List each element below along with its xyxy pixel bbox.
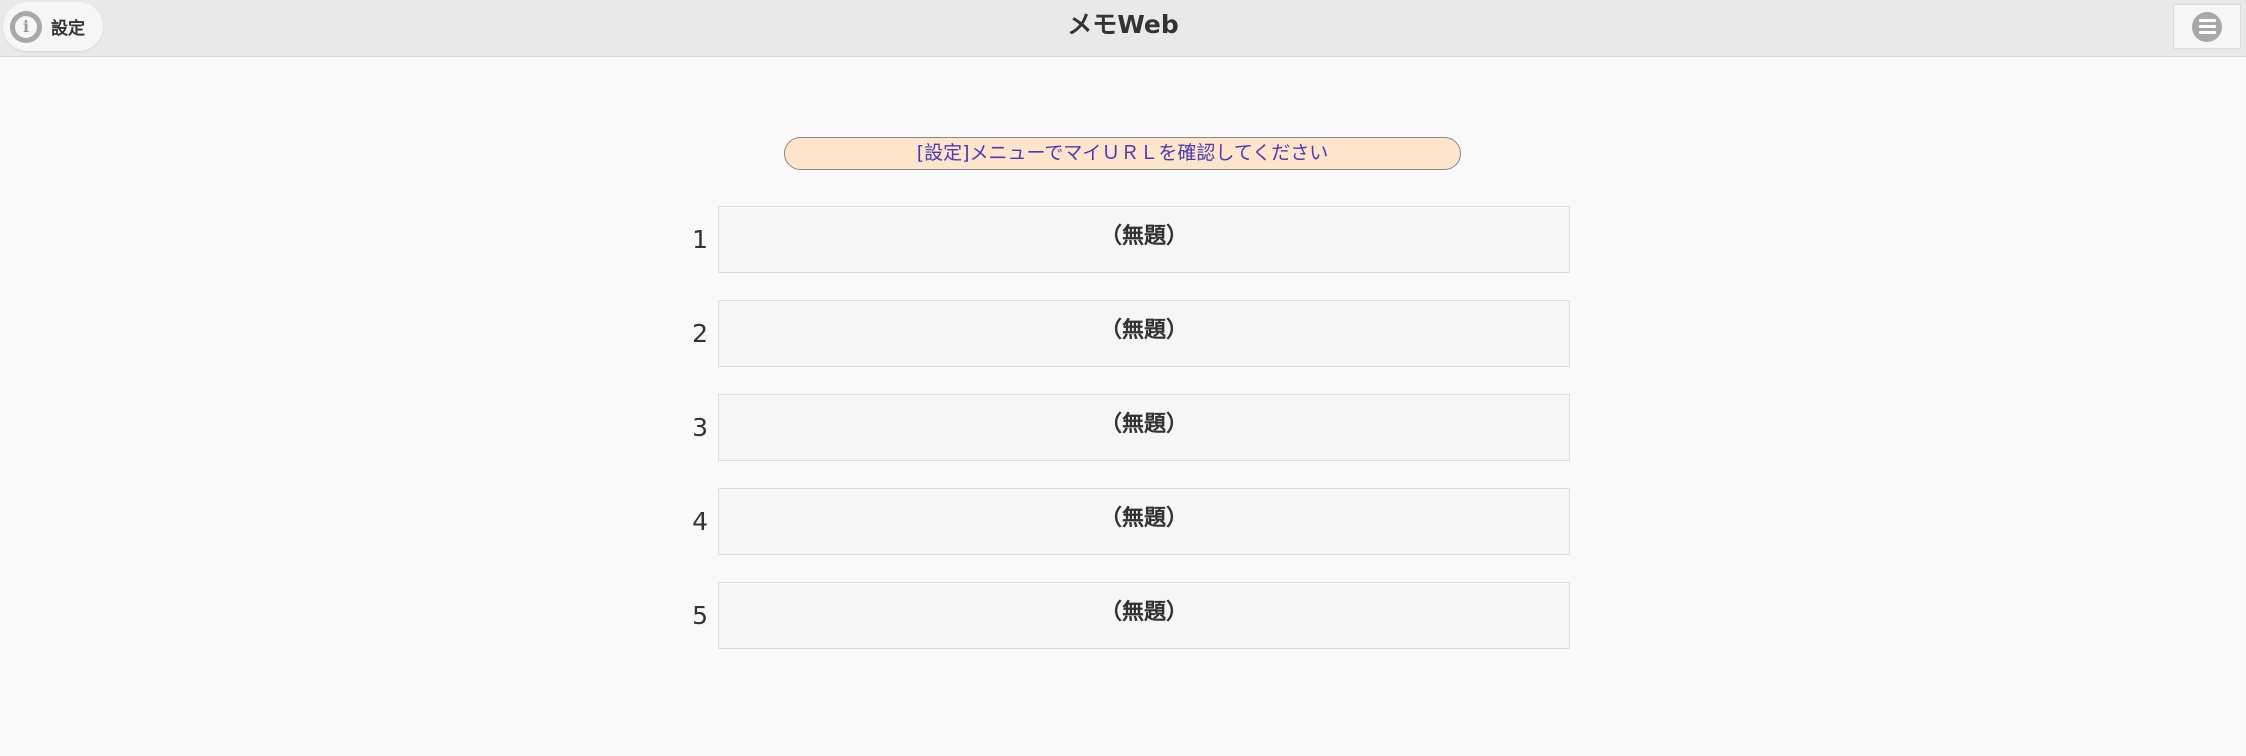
memo-number: 1 [692,225,708,254]
memo-number: 5 [692,601,708,630]
app-header: i 設定 メモWeb [0,0,2246,57]
memo-item[interactable]: （無題） [718,206,1570,273]
memo-row: 3 （無題） [680,394,1570,461]
memo-row: 1 （無題） [680,206,1570,273]
memo-number: 2 [692,319,708,348]
memo-item[interactable]: （無題） [718,300,1570,367]
memo-item[interactable]: （無題） [718,394,1570,461]
page-title: メモWeb [1067,10,1179,39]
menu-button[interactable] [2173,4,2241,49]
memo-item[interactable]: （無題） [718,488,1570,555]
memo-number: 4 [692,507,708,536]
memo-row: 5 （無題） [680,582,1570,649]
memo-row: 2 （無題） [680,300,1570,367]
memo-number: 3 [692,413,708,442]
hamburger-menu-icon [2192,11,2222,42]
memo-item[interactable]: （無題） [718,582,1570,649]
memo-row: 4 （無題） [680,488,1570,555]
my-url-notice: [設定]メニューでマイＵＲＬを確認してください [784,137,1461,170]
